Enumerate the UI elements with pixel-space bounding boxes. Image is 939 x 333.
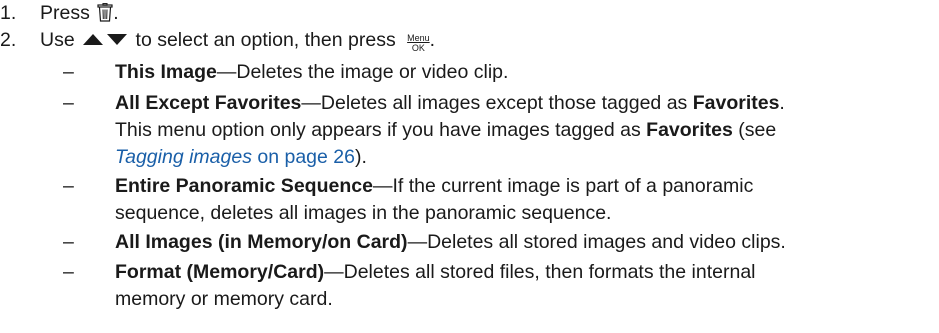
step-text-before: Use [40, 29, 81, 51]
step-text-after: . [429, 29, 436, 51]
option-title: Format (Memory/Card) [115, 261, 325, 283]
option-text: All Images (in Memory/on Card)—Deletes a… [115, 230, 935, 257]
step-number: 2. [0, 29, 17, 51]
menu-ok-icon: Menu OK [407, 33, 430, 53]
list-dash: – [63, 231, 74, 253]
option-line: memory or memory card. [115, 287, 935, 314]
option-line: This menu option only appears if you hav… [115, 118, 935, 145]
step-text-after: . [113, 2, 119, 24]
list-dash: – [63, 92, 74, 114]
option-description: If the current image is part of a panora… [392, 175, 754, 197]
option-separator: — [216, 61, 237, 83]
option-title: This Image [115, 61, 217, 83]
step-number: 1. [0, 2, 17, 24]
option-description: Deletes all stored files, then formats t… [343, 261, 756, 283]
up-down-arrows-icon [83, 34, 128, 45]
option-description: This menu option only appears if you hav… [115, 119, 647, 141]
step-text-before: Press [40, 2, 96, 24]
option-line: All Except Favorites—Deletes all images … [115, 91, 935, 118]
tagging-images-link[interactable]: Tagging images [115, 146, 252, 168]
option-line: This Image—Deletes the image or video cl… [115, 60, 935, 87]
favorites-term: Favorites [646, 119, 733, 141]
ok-label: OK [411, 43, 425, 53]
option-separator: — [407, 231, 428, 253]
step-text: Use to select an option, then press Menu… [40, 28, 435, 53]
list-dash: – [63, 175, 74, 197]
list-dash: – [63, 261, 74, 283]
page-reference-link[interactable]: on page 26 [252, 146, 355, 168]
option-text: Format (Memory/Card)—Deletes all stored … [115, 260, 935, 314]
punctuation: ). [354, 146, 367, 168]
option-text: All Except Favorites—Deletes all images … [115, 91, 935, 172]
step-text-mid: to select an option, then press [130, 29, 402, 51]
list-dash: – [63, 61, 74, 83]
option-separator: — [301, 92, 321, 114]
trash-icon [97, 3, 113, 22]
option-description: Deletes the image or video clip. [236, 61, 509, 83]
option-title: All Except Favorites [115, 92, 302, 114]
punctuation: . [779, 92, 785, 114]
option-description: sequence, deletes all images in the pano… [115, 202, 612, 224]
favorites-term: Favorites [692, 92, 780, 114]
option-description: Deletes all images except those tagged a… [320, 92, 693, 114]
option-line: Tagging images on page 26). [115, 145, 935, 172]
option-line: sequence, deletes all images in the pano… [115, 201, 935, 228]
option-line: Entire Panoramic Sequence—If the current… [115, 174, 935, 201]
option-line: Format (Memory/Card)—Deletes all stored … [115, 260, 935, 287]
option-title: Entire Panoramic Sequence [115, 175, 373, 197]
option-title: All Images (in Memory/on Card) [115, 231, 408, 253]
option-line: All Images (in Memory/on Card)—Deletes a… [115, 230, 935, 257]
option-text: Entire Panoramic Sequence—If the current… [115, 174, 935, 228]
option-description: Deletes all stored images and video clip… [427, 231, 786, 253]
option-description: memory or memory card. [115, 288, 333, 310]
menu-label: Menu [407, 33, 430, 43]
step-text: Press . [40, 1, 119, 25]
option-description: (see [732, 119, 777, 141]
option-text: This Image—Deletes the image or video cl… [115, 60, 935, 87]
instruction-page: 1. Press . 2. Use to select an option, t… [0, 0, 939, 333]
option-separator: — [372, 175, 393, 197]
option-separator: — [324, 261, 344, 283]
